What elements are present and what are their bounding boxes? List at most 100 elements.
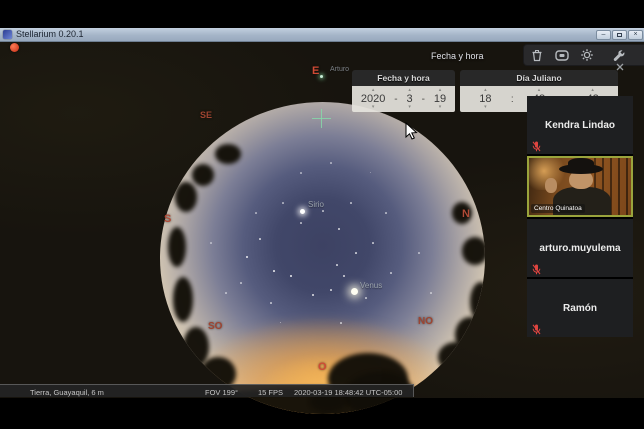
date-separator: -: [394, 94, 397, 105]
eraser-icon[interactable]: [529, 48, 544, 63]
fov-status: FOV 199°: [205, 388, 238, 397]
window-title: Stellarium 0.20.1: [16, 30, 84, 39]
horizon-silhouette: [438, 342, 474, 372]
tab-fecha-y-hora[interactable]: Fecha y hora: [352, 70, 455, 86]
star: [430, 292, 432, 294]
star: [225, 292, 227, 294]
stellarium-app-icon: [3, 30, 12, 39]
participants-strip: Kendra Lindao Centro Quinatoa arturo.muy…: [527, 96, 633, 337]
muted-mic-icon: [532, 139, 541, 150]
star: [246, 256, 248, 258]
annotation-toolbar: [523, 44, 644, 66]
star: [290, 275, 292, 277]
spinner-down-icon[interactable]: ▾: [484, 105, 487, 110]
star: [330, 289, 332, 291]
date-spinners: ▴ 2020 ▾ - ▴ 3 ▾ - ▴ 19 ▾: [352, 86, 455, 112]
participant-video-tile[interactable]: Centro Quinatoa: [527, 156, 633, 217]
cardinal-southwest: SO: [208, 321, 222, 332]
fps-status: 15 FPS: [258, 388, 283, 397]
sirius-star[interactable]: [300, 209, 305, 214]
east-horizon-star[interactable]: [320, 75, 323, 78]
participant-tile[interactable]: arturo.muyulema: [527, 219, 633, 277]
datetime-status: 2020-03-19 18:48:42 UTC-05:00: [294, 388, 402, 397]
star: [312, 294, 314, 296]
tab-dia-juliano[interactable]: Día Juliano: [460, 70, 618, 86]
maximize-button[interactable]: [612, 30, 627, 40]
star: [259, 238, 261, 240]
star: [270, 302, 272, 304]
star: [390, 272, 392, 274]
muted-mic-icon: [532, 262, 541, 273]
sirius-label: Sirio: [308, 200, 324, 209]
star: [330, 162, 332, 164]
participant-tile[interactable]: Ramón: [527, 279, 633, 337]
star: [370, 172, 371, 173]
horizon-silhouette: [173, 277, 193, 322]
spinner-down-icon[interactable]: ▾: [372, 105, 375, 110]
cardinal-northwest: NO: [418, 316, 433, 327]
participant-name: Ramón: [563, 303, 597, 314]
hat-crown: [568, 158, 594, 169]
spinner-down-icon[interactable]: ▾: [408, 105, 411, 110]
status-bar: Tierra, Guayaquil, 6 m FOV 199° 15 FPS 2…: [0, 384, 414, 397]
star: [210, 242, 212, 244]
star: [343, 275, 345, 277]
settings-icon[interactable]: [579, 48, 594, 63]
spinner-down-icon[interactable]: ▾: [439, 105, 442, 110]
window-controls: – ×: [595, 30, 643, 40]
horizon-silhouette: [168, 227, 186, 267]
close-button[interactable]: ×: [628, 30, 643, 40]
star: [355, 252, 357, 254]
cardinal-southeast: SE: [200, 110, 212, 120]
star: [322, 210, 324, 212]
monitor-icon[interactable]: [554, 48, 569, 63]
east-star-label: Arturo: [330, 66, 349, 73]
star: [338, 228, 340, 230]
participant-name: Kendra Lindao: [545, 120, 615, 131]
venus-label: Venus: [360, 281, 382, 290]
star: [385, 212, 387, 214]
venus-planet[interactable]: [351, 288, 358, 295]
day-spinner[interactable]: ▴ 19 ▾: [434, 88, 446, 110]
star: [240, 282, 242, 284]
cardinal-west: O: [318, 361, 327, 373]
star: [372, 242, 374, 244]
muted-mic-icon: [532, 322, 541, 333]
horizon-silhouette: [470, 282, 485, 322]
star: [336, 264, 338, 266]
participant-name: arturo.muyulema: [539, 243, 620, 254]
star: [418, 252, 420, 254]
app-badge-icon: [10, 43, 19, 52]
cardinal-south: S: [164, 213, 171, 225]
horizon-silhouette: [175, 182, 197, 212]
star: [350, 202, 352, 204]
star: [273, 270, 275, 272]
close-icon[interactable]: [616, 58, 624, 66]
minimize-button[interactable]: –: [596, 30, 611, 40]
star: [300, 172, 302, 174]
star: [340, 322, 342, 324]
location-status: Tierra, Guayaquil, 6 m: [30, 388, 104, 397]
window-titlebar: Stellarium 0.20.1 – ×: [0, 28, 644, 42]
star: [282, 202, 284, 204]
participant-tile[interactable]: Kendra Lindao: [527, 96, 633, 154]
mouse-cursor: [405, 122, 418, 146]
date-separator: -: [422, 94, 425, 105]
star: [300, 222, 302, 224]
horizon-silhouette: [462, 237, 485, 265]
star: [365, 297, 367, 299]
horizon-silhouette: [192, 164, 214, 186]
speaker-hand: [545, 178, 557, 193]
maximize-icon: [617, 33, 622, 37]
month-spinner[interactable]: ▴ 3 ▾: [407, 88, 413, 110]
time-separator: :: [511, 94, 514, 105]
horizon-silhouette: [215, 144, 241, 164]
year-spinner[interactable]: ▴ 2020 ▾: [361, 88, 385, 110]
date-time-tooltip: Fecha y hora: [431, 51, 484, 61]
participant-name: Centro Quinatoa: [531, 204, 585, 213]
cardinal-east: E: [312, 65, 319, 77]
hours-spinner[interactable]: ▴ 18 ▾: [479, 88, 491, 110]
star: [255, 212, 257, 214]
cardinal-north: N: [462, 208, 470, 220]
star: [280, 322, 281, 323]
